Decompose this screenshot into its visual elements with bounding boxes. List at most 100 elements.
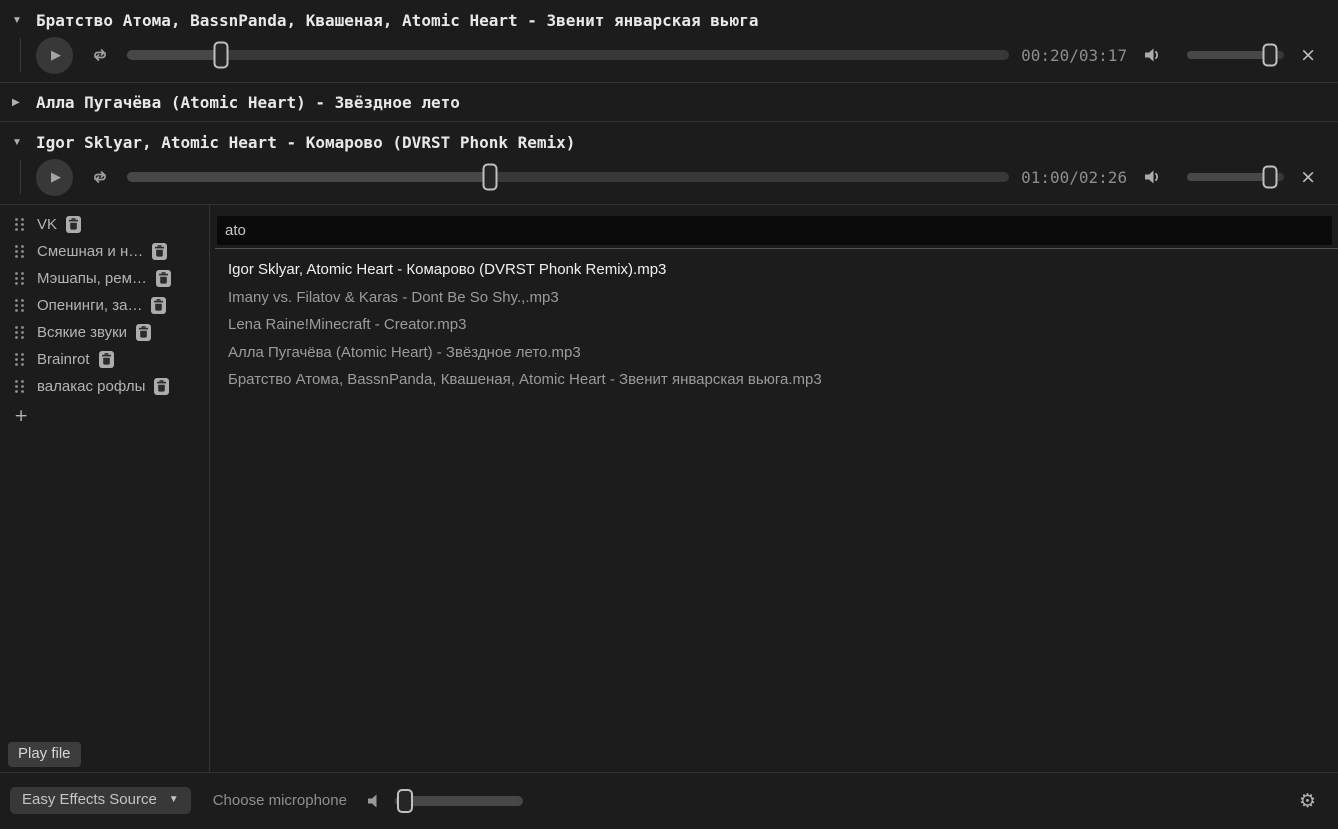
player-header: ▼ Igor Sklyar, Atomic Heart - Комарово (… [0, 128, 1338, 156]
gear-icon: ⚙ [1299, 790, 1316, 812]
file-list-item[interactable]: Lena Raine!Minecraft - Creator.mp3 [228, 311, 1338, 339]
repeat-button[interactable] [91, 169, 109, 185]
repeat-icon [91, 47, 109, 63]
seek-thumb[interactable] [482, 164, 497, 191]
drag-handle-icon[interactable] [14, 271, 25, 286]
player-controls: ▶ 01:00/02:26 [0, 158, 1338, 198]
drag-handle-icon[interactable] [14, 325, 25, 340]
seek-thumb[interactable] [213, 42, 228, 69]
player-header: ▼ Братство Атома, BassnPanda, Квашеная, … [0, 6, 1338, 34]
expander-open-icon[interactable]: ▼ [12, 137, 36, 148]
file-name: Lena Raine!Minecraft - Creator.mp3 [228, 316, 466, 333]
repeat-icon [91, 169, 109, 185]
close-player-button[interactable]: × [1298, 46, 1318, 65]
volume-slider[interactable] [1187, 165, 1284, 189]
close-player-button[interactable]: × [1298, 168, 1318, 187]
time-display: 00:20/03:17 [1021, 46, 1127, 65]
player-block: ▶ Алла Пугачёва (Atomic Heart) - Звёздно… [0, 83, 1338, 122]
seek-track [127, 50, 1009, 60]
playlist-label: Мэшапы, рем… [37, 270, 147, 287]
volume-slider[interactable] [1187, 43, 1284, 67]
mic-volume-slider[interactable] [395, 788, 523, 814]
delete-playlist-button[interactable] [154, 378, 169, 395]
drag-handle-icon[interactable] [14, 217, 25, 232]
sidebar-playlist-item[interactable]: Brainrot [0, 346, 209, 373]
audio-source-label: Easy Effects Source [22, 791, 157, 808]
player-header: ▶ Алла Пугачёва (Atomic Heart) - Звёздно… [0, 83, 1338, 121]
player-title: Igor Sklyar, Atomic Heart - Комарово (DV… [36, 133, 575, 152]
file-list-item[interactable]: Братство Атома, BassnPanda, Квашеная, At… [228, 366, 1338, 394]
trash-icon [151, 297, 166, 314]
seek-slider[interactable] [127, 41, 1009, 69]
sidebar-playlist-item[interactable]: Всякие звуки [0, 319, 209, 346]
player-title: Алла Пугачёва (Atomic Heart) - Звёздное … [36, 93, 460, 112]
play-file-button[interactable]: Play file [8, 742, 81, 767]
mic-volume-thumb[interactable] [397, 789, 413, 813]
mic-volume-track [395, 796, 523, 806]
bottom-bar: Easy Effects Source ▼ Choose microphone … [0, 772, 1338, 828]
play-button[interactable]: ▶ [36, 37, 73, 74]
delete-playlist-button[interactable] [156, 270, 171, 287]
speaker-icon [1143, 46, 1165, 64]
sidebar-playlist-item[interactable]: VK [0, 211, 209, 238]
delete-playlist-button[interactable] [151, 297, 166, 314]
drag-handle-icon[interactable] [14, 244, 25, 259]
playlist-label: Смешная и н… [37, 243, 143, 260]
search-input[interactable] [217, 216, 1332, 245]
speaker-muted-icon [365, 792, 381, 810]
delete-playlist-button[interactable] [152, 243, 167, 260]
delete-playlist-button[interactable] [66, 216, 81, 233]
volume-thumb[interactable] [1262, 44, 1277, 67]
file-name: Братство Атома, BassnPanda, Квашеная, At… [228, 371, 822, 388]
file-name: Алла Пугачёва (Atomic Heart) - Звёздное … [228, 344, 581, 361]
trash-icon [99, 351, 114, 368]
speaker-icon [1143, 168, 1165, 186]
file-list-item[interactable]: Imany vs. Filatov & Karas - Dont Be So S… [228, 284, 1338, 312]
settings-gear-button[interactable]: ⚙ [1299, 790, 1316, 812]
delete-playlist-button[interactable] [136, 324, 151, 341]
expander-open-icon[interactable]: ▼ [12, 15, 36, 26]
trash-icon [152, 243, 167, 260]
time-display: 01:00/02:26 [1021, 168, 1127, 187]
choose-microphone-label: Choose microphone [213, 792, 347, 809]
file-list-item[interactable]: Алла Пугачёва (Atomic Heart) - Звёздное … [228, 339, 1338, 367]
drag-handle-icon[interactable] [14, 298, 25, 313]
player-block: ▼ Братство Атома, BassnPanda, Квашеная, … [0, 0, 1338, 83]
drag-handle-icon[interactable] [14, 352, 25, 367]
seek-fill [127, 50, 221, 60]
repeat-button[interactable] [91, 47, 109, 63]
mic-mute-button[interactable] [365, 792, 381, 810]
sidebar-playlist-item[interactable]: Смешная и н… [0, 238, 209, 265]
add-playlist-button[interactable]: + [14, 406, 28, 426]
playlist-label: Всякие звуки [37, 324, 127, 341]
seek-fill [127, 172, 490, 182]
file-name: Igor Sklyar, Atomic Heart - Комарово (DV… [228, 261, 666, 278]
trash-icon [66, 216, 81, 233]
audio-source-select[interactable]: Easy Effects Source ▼ [10, 787, 191, 814]
volume-fill [1187, 51, 1269, 59]
sidebar-playlist-item[interactable]: Мэшапы, рем… [0, 265, 209, 292]
playlist-label: Опенинги, за… [37, 297, 142, 314]
seek-slider[interactable] [127, 163, 1009, 191]
play-icon: ▶ [48, 48, 61, 63]
indent-line [20, 160, 21, 194]
trash-icon [154, 378, 169, 395]
players-section: ▼ Братство Атома, BassnPanda, Квашеная, … [0, 0, 1338, 205]
sidebar-playlist-item[interactable]: валакас рофлы [0, 373, 209, 400]
play-button[interactable]: ▶ [36, 159, 73, 196]
drag-handle-icon[interactable] [14, 379, 25, 394]
trash-icon [136, 324, 151, 341]
file-list: Igor Sklyar, Atomic Heart - Комарово (DV… [210, 249, 1338, 394]
sidebar-playlist-item[interactable]: Опенинги, за… [0, 292, 209, 319]
delete-playlist-button[interactable] [99, 351, 114, 368]
expander-closed-icon[interactable]: ▶ [12, 97, 36, 108]
play-icon: ▶ [48, 170, 61, 185]
volume-button[interactable] [1143, 46, 1165, 64]
player-controls: ▶ 00:20/03:17 [0, 36, 1338, 76]
volume-fill [1187, 173, 1269, 181]
volume-button[interactable] [1143, 168, 1165, 186]
file-list-item[interactable]: Igor Sklyar, Atomic Heart - Комарово (DV… [228, 256, 1338, 284]
file-browser: Igor Sklyar, Atomic Heart - Комарово (DV… [210, 205, 1338, 772]
playlist-label: Brainrot [37, 351, 90, 368]
volume-thumb[interactable] [1262, 166, 1277, 189]
